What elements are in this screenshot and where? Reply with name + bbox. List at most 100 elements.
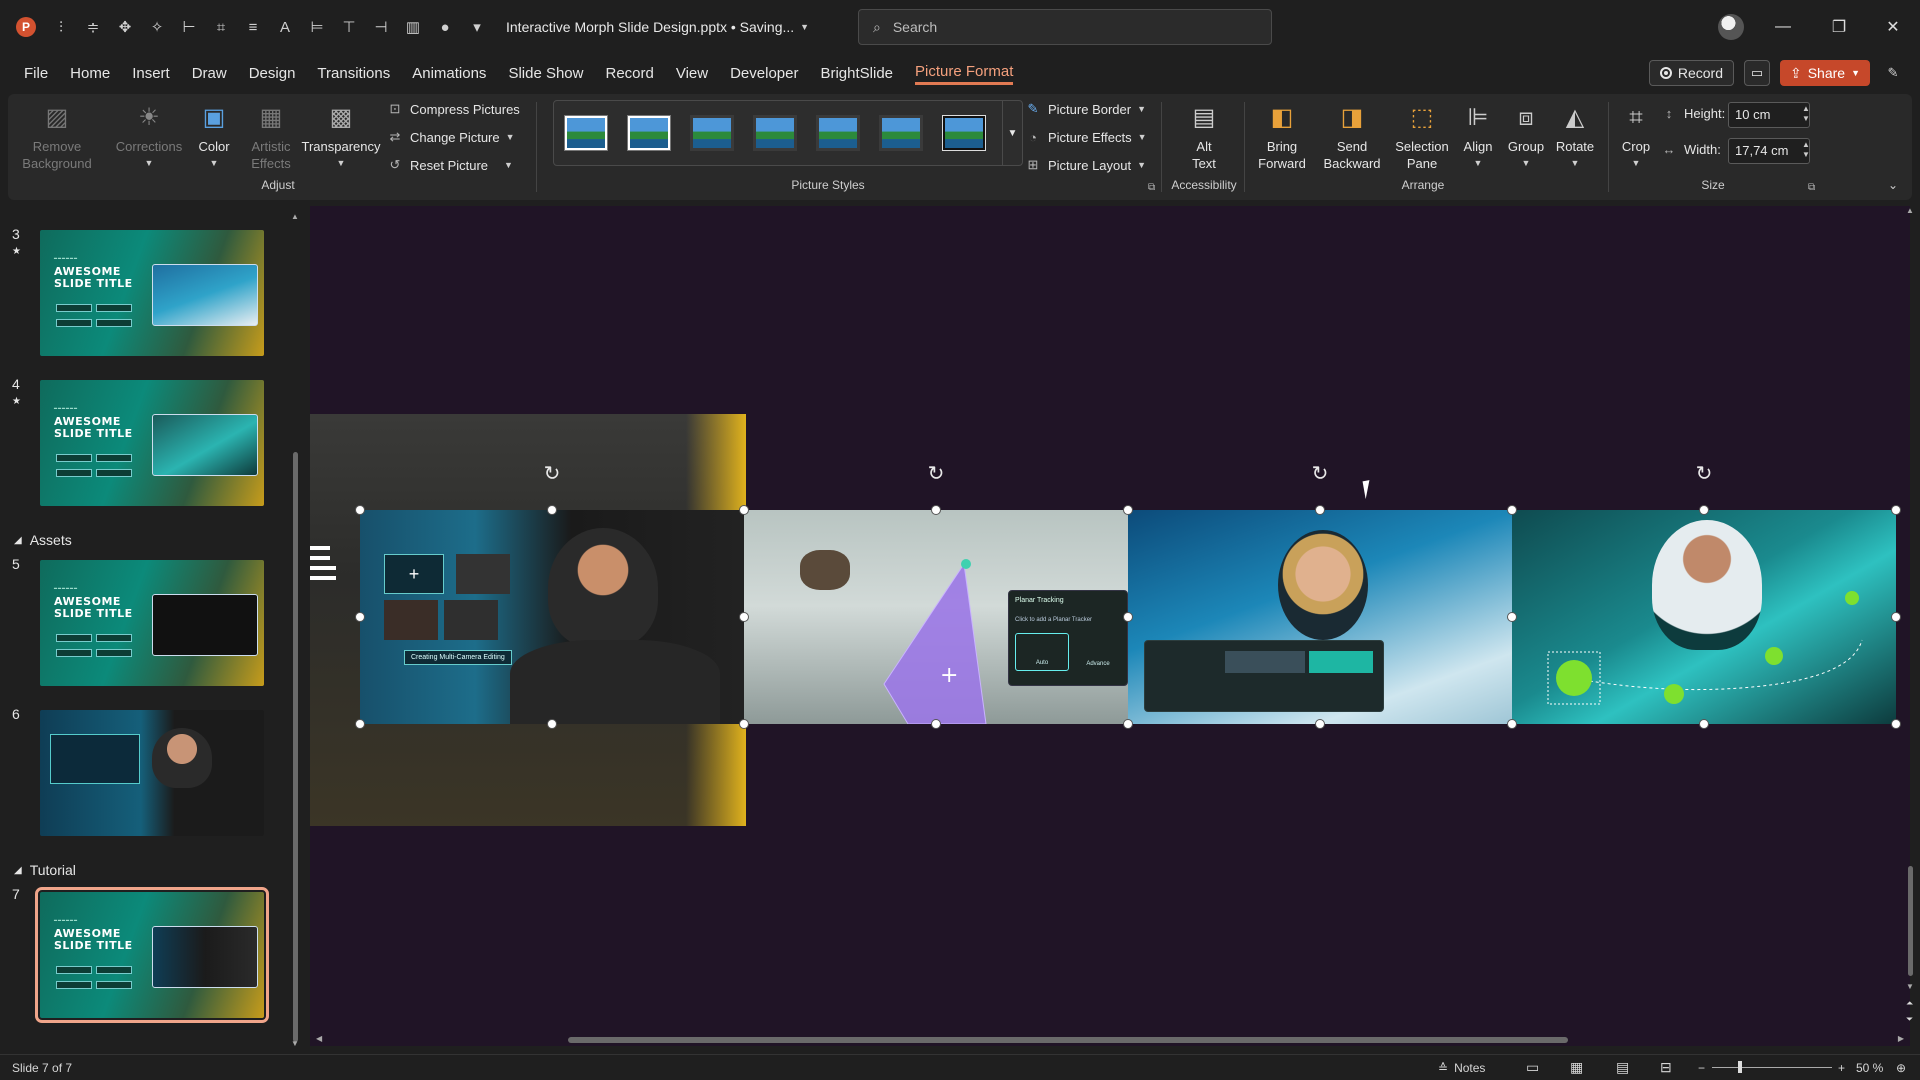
tab-picture-format[interactable]: Picture Format — [915, 61, 1014, 85]
slide-thumbnail-6[interactable] — [40, 710, 264, 836]
resize-handle[interactable] — [1891, 719, 1901, 729]
picture-effects-button[interactable]: ◔ Picture Effects ▼ — [1024, 128, 1146, 146]
slide-sorter-icon[interactable]: ▦ — [1570, 1059, 1583, 1076]
resize-handle[interactable] — [355, 719, 365, 729]
canvas-horizontal-scrollbar[interactable]: ◀ ▶ — [310, 1034, 1910, 1046]
scroll-right-icon[interactable]: ▶ — [1898, 1034, 1904, 1043]
chart-icon[interactable]: ▥ — [400, 14, 426, 40]
picture-style-2[interactable] — [627, 115, 671, 151]
distribute-icon[interactable]: ≑ — [80, 14, 106, 40]
tab-insert[interactable]: Insert — [132, 63, 170, 84]
zoom-slider-thumb[interactable] — [1738, 1061, 1742, 1073]
tab-brightslide[interactable]: BrightSlide — [820, 63, 893, 84]
coauthor-icon[interactable]: ✎ — [1880, 60, 1906, 86]
resize-handle[interactable] — [1891, 505, 1901, 515]
height-spinner-icon[interactable]: ▲ ▼ — [1802, 104, 1810, 124]
scroll-down-icon[interactable]: ▼ — [291, 1039, 299, 1048]
rotate-handle-icon[interactable]: ↻ — [1309, 462, 1331, 485]
section-assets[interactable]: ◢ Assets — [14, 532, 72, 548]
notes-button[interactable]: ≙ Notes — [1438, 1061, 1485, 1075]
picture-style-5[interactable] — [816, 115, 860, 151]
slide-thumbnail-7[interactable]: ━━━━━━ AWESOME SLIDE TITLE — [35, 887, 269, 1023]
picture-style-3[interactable] — [690, 115, 734, 151]
collapse-ribbon-icon[interactable]: ⌄ — [1888, 178, 1898, 192]
resize-handle[interactable] — [1123, 505, 1133, 515]
scroll-left-icon[interactable]: ◀ — [316, 1034, 322, 1043]
rotate-button[interactable]: ◭ Rotate ▼ — [1550, 100, 1600, 172]
alt-text-button[interactable]: ▤ Alt Text — [1168, 100, 1240, 172]
rotate-handle-icon[interactable]: ↻ — [541, 462, 563, 485]
group-button[interactable]: ⧈ Group ▼ — [1502, 100, 1550, 172]
tab-transitions[interactable]: Transitions — [317, 63, 390, 84]
normal-view-icon[interactable]: ▭ — [1526, 1059, 1539, 1076]
resize-handle[interactable] — [1507, 719, 1517, 729]
image-surfer[interactable] — [1128, 510, 1512, 724]
tab-file[interactable]: File — [24, 63, 48, 84]
dialog-launcher-icon[interactable]: ⧉ — [1808, 182, 1815, 193]
shapes-icon[interactable]: ● — [432, 14, 458, 40]
rotate-handle-icon[interactable]: ↻ — [1693, 462, 1715, 485]
scroll-down-icon[interactable]: ▼ — [1906, 982, 1914, 991]
resize-handle[interactable] — [355, 612, 365, 622]
slide-thumbnail-3[interactable]: ━━━━━━ AWESOME SLIDE TITLE — [40, 230, 264, 356]
zoom-level[interactable]: 50 % — [1856, 1061, 1883, 1075]
align-objects-icon[interactable]: ⊨ — [304, 14, 330, 40]
scrollbar-thumb[interactable] — [293, 452, 298, 1042]
tab-animations[interactable]: Animations — [412, 63, 486, 84]
user-avatar[interactable] — [1718, 14, 1744, 40]
minimize-icon[interactable]: — — [1768, 12, 1798, 42]
resize-handle[interactable] — [1699, 505, 1709, 515]
picture-style-7[interactable] — [942, 115, 986, 151]
bring-forward-button[interactable]: ◧ Bring Forward — [1240, 100, 1324, 172]
change-picture-button[interactable]: ⇄ Change Picture ▼ — [386, 128, 515, 146]
record-button[interactable]: Record — [1648, 60, 1734, 86]
crop-button[interactable]: ⌗ Crop ▼ — [1614, 100, 1658, 172]
resize-handle[interactable] — [547, 505, 557, 515]
resize-handle[interactable] — [547, 719, 557, 729]
selection-pane-button[interactable]: ⬚ Selection Pane — [1386, 100, 1458, 172]
resize-handle[interactable] — [1123, 612, 1133, 622]
move-icon[interactable]: ✥ — [112, 14, 138, 40]
remove-background-button[interactable]: ▨ Remove Background — [22, 100, 92, 172]
slideshow-icon[interactable]: ⊟ — [1660, 1059, 1672, 1076]
image-planar-tracking[interactable]: + Planar Tracking Click to add a Planar … — [744, 510, 1128, 724]
close-icon[interactable]: ✕ — [1878, 12, 1908, 42]
restore-icon[interactable]: ❐ — [1824, 12, 1854, 42]
picture-style-6[interactable] — [879, 115, 923, 151]
customize-qat-icon[interactable]: ▾ — [464, 14, 490, 40]
image-video-editor[interactable]: + Creating Multi-Camera Editing — [360, 510, 744, 724]
width-spinner-icon[interactable]: ▲ ▼ — [1802, 140, 1810, 160]
picture-style-4[interactable] — [753, 115, 797, 151]
section-tutorial[interactable]: ◢ Tutorial — [14, 862, 76, 878]
picture-layout-button[interactable]: ⊞ Picture Layout ▼ — [1024, 156, 1146, 174]
width-field[interactable]: 17,74 cm — [1728, 138, 1810, 164]
send-backward-button[interactable]: ◨ Send Backward — [1314, 100, 1390, 172]
resize-handle[interactable] — [1507, 612, 1517, 622]
scrollbar-thumb[interactable] — [1908, 866, 1913, 976]
reset-picture-button[interactable]: ↺ Reset Picture ▼ — [386, 156, 513, 174]
resize-handle[interactable] — [1891, 612, 1901, 622]
height-field[interactable]: 10 cm — [1728, 102, 1810, 128]
crop-icon[interactable]: ⌗ — [208, 14, 234, 40]
font-icon[interactable]: A — [272, 14, 298, 40]
slides-scrollbar[interactable]: ▲ ▼ — [291, 212, 299, 1048]
search-box[interactable]: ⌕ Search — [858, 9, 1272, 45]
align-left-icon[interactable]: ⊢ — [176, 14, 202, 40]
picture-border-button[interactable]: ✎ Picture Border ▼ — [1024, 100, 1146, 118]
scroll-up-icon[interactable]: ▲ — [291, 212, 299, 221]
resize-handle[interactable] — [1507, 505, 1517, 515]
resize-handle[interactable] — [739, 612, 749, 622]
slide-thumbnail-5[interactable]: ━━━━━━ AWESOME SLIDE TITLE — [40, 560, 264, 686]
gallery-more-button[interactable]: ▼ — [1002, 101, 1022, 165]
align-right-icon[interactable]: ⊣ — [368, 14, 394, 40]
next-slide-icon[interactable]: ⏷ — [1906, 1014, 1913, 1025]
compress-pictures-button[interactable]: ⊡ Compress Pictures — [386, 100, 520, 118]
scroll-up-icon[interactable]: ▲ — [1906, 206, 1914, 215]
resize-handle[interactable] — [931, 719, 941, 729]
scrollbar-thumb[interactable] — [568, 1037, 1568, 1043]
comments-button[interactable]: ▭ — [1743, 60, 1770, 86]
align-top-icon[interactable]: ⊤ — [336, 14, 362, 40]
zoom-out-icon[interactable]: − — [1698, 1061, 1705, 1075]
fit-slide-icon[interactable]: ⊕ — [1896, 1061, 1906, 1075]
rotate-handle-icon[interactable]: ↻ — [925, 462, 947, 485]
